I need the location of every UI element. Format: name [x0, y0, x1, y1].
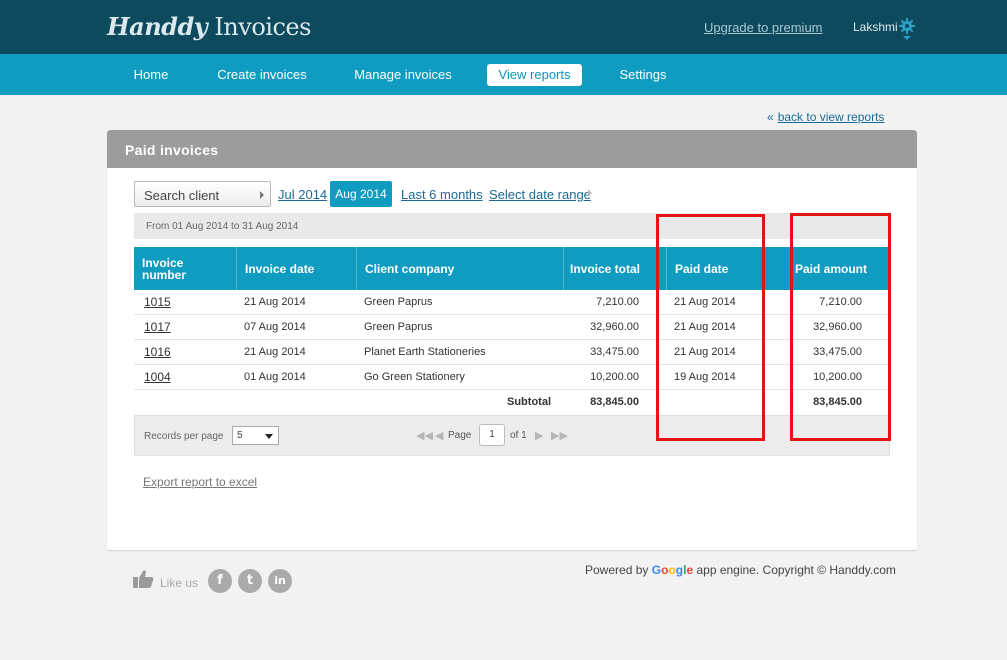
top-header: Handdy Invoices Upgrade to premium Laksh…	[0, 0, 1007, 54]
filter-last-6-months[interactable]: Last 6 months	[401, 187, 483, 202]
chevron-right-icon	[588, 189, 592, 197]
footer-divider	[107, 550, 917, 551]
invoice-number-link[interactable]: 1015	[144, 290, 171, 315]
page-of-label: of 1	[510, 430, 527, 441]
invoices-table: Invoice number Invoice date Client compa…	[134, 247, 890, 456]
nav-home[interactable]: Home	[122, 64, 180, 86]
main-nav: Home Create invoices Manage invoices Vie…	[0, 54, 1007, 95]
search-client-label: Search client	[144, 188, 220, 203]
first-page-icon[interactable]: ◀◀	[416, 429, 433, 442]
prev-page-icon[interactable]: ◀	[435, 429, 443, 442]
pagination-bar: Records per page 5 ◀◀ ◀ Page 1 of 1 ▶ ▶▶	[134, 415, 890, 456]
invoice-date: 21 Aug 2014	[244, 296, 306, 308]
client-company: Green Paprus	[364, 296, 433, 308]
chevron-right-icon	[260, 191, 264, 199]
back-link[interactable]: «back to view reports	[767, 110, 884, 124]
highlight-box-paid-date	[656, 214, 765, 441]
filter-aug-2014[interactable]: Aug 2014	[330, 181, 392, 207]
next-page-icon[interactable]: ▶	[535, 429, 543, 442]
powered-prefix: Powered by	[585, 563, 649, 577]
search-client-select[interactable]: Search client	[134, 181, 271, 207]
nav-create-invoices[interactable]: Create invoices	[210, 64, 314, 86]
nav-view-reports[interactable]: View reports	[487, 64, 582, 86]
nav-manage-invoices[interactable]: Manage invoices	[345, 64, 461, 86]
records-per-page-label: Records per page	[144, 431, 224, 442]
table-row: 1015 21 Aug 2014 Green Paprus 7,210.00 2…	[134, 290, 890, 315]
last-page-icon[interactable]: ▶▶	[551, 429, 568, 442]
page-number-input[interactable]: 1	[479, 424, 505, 446]
app-logo[interactable]: Handdy Invoices	[107, 12, 311, 41]
facebook-icon[interactable]: f	[208, 569, 232, 593]
user-name[interactable]: Lakshmi	[853, 20, 898, 34]
gear-icon[interactable]	[899, 18, 915, 34]
table-row: 1004 01 Aug 2014 Go Green Stationery 10,…	[134, 365, 890, 390]
invoice-number-link[interactable]: 1016	[144, 340, 171, 365]
linkedin-icon[interactable]: in	[268, 569, 292, 593]
subtotal-row: Subtotal 83,845.00 83,845.00	[134, 390, 890, 415]
client-company: Planet Earth Stationeries	[364, 346, 486, 358]
subtotal-label: Subtotal	[507, 396, 551, 408]
invoice-number-link[interactable]: 1004	[144, 365, 171, 390]
table-row: 1017 07 Aug 2014 Green Paprus 32,960.00 …	[134, 315, 890, 340]
twitter-icon[interactable]: t	[238, 569, 262, 593]
upgrade-link[interactable]: Upgrade to premium	[704, 20, 823, 35]
records-per-page-select[interactable]: 5	[232, 426, 279, 445]
table-header: Invoice number Invoice date Client compa…	[134, 247, 890, 290]
col-invoice-date[interactable]: Invoice date	[237, 247, 357, 290]
like-us-label: Like us	[160, 576, 199, 590]
powered-by-text: Powered by Google app engine. Copyright …	[585, 563, 896, 577]
highlight-box-paid-amount	[790, 213, 891, 441]
filter-jul-2014[interactable]: Jul 2014	[278, 187, 327, 202]
filter-select-date-range[interactable]: Select date range	[489, 187, 591, 202]
google-logo: Google	[651, 563, 694, 577]
export-excel-link[interactable]: Export report to excel	[143, 475, 257, 489]
invoice-total: 10,200.00	[590, 371, 639, 383]
invoice-number-link[interactable]: 1017	[144, 315, 171, 340]
logo-part-1: Handdy	[107, 12, 208, 41]
back-link-label: back to view reports	[777, 110, 885, 124]
double-chevron-left-icon: «	[767, 110, 774, 124]
col-invoice-number[interactable]: Invoice number	[134, 247, 237, 290]
invoice-date: 01 Aug 2014	[244, 371, 306, 383]
panel-header: Paid invoices	[107, 130, 917, 168]
date-range-text: From 01 Aug 2014 to 31 Aug 2014	[134, 213, 890, 239]
chevron-down-icon	[265, 434, 273, 439]
invoice-total: 7,210.00	[596, 296, 639, 308]
invoice-total: 33,475.00	[590, 346, 639, 358]
col-client-company[interactable]: Client company	[357, 247, 564, 290]
col-invoice-total[interactable]: Invoice total	[564, 247, 667, 290]
powered-suffix: app engine. Copyright © Handdy.com	[696, 563, 896, 577]
client-company: Green Paprus	[364, 321, 433, 333]
page-label: Page	[448, 430, 472, 441]
panel-title: Paid invoices	[125, 142, 219, 158]
chevron-down-icon[interactable]	[903, 36, 911, 40]
subtotal-invoice-total: 83,845.00	[590, 396, 639, 408]
invoice-date: 07 Aug 2014	[244, 321, 306, 333]
records-per-page-value: 5	[237, 430, 243, 441]
thumbs-up-icon[interactable]	[133, 569, 155, 589]
client-company: Go Green Stationery	[364, 371, 465, 383]
invoice-date: 21 Aug 2014	[244, 346, 306, 358]
nav-settings[interactable]: Settings	[610, 64, 676, 86]
logo-part-2: Invoices	[214, 13, 311, 41]
table-row: 1016 21 Aug 2014 Planet Earth Stationeri…	[134, 340, 890, 365]
invoice-total: 32,960.00	[590, 321, 639, 333]
